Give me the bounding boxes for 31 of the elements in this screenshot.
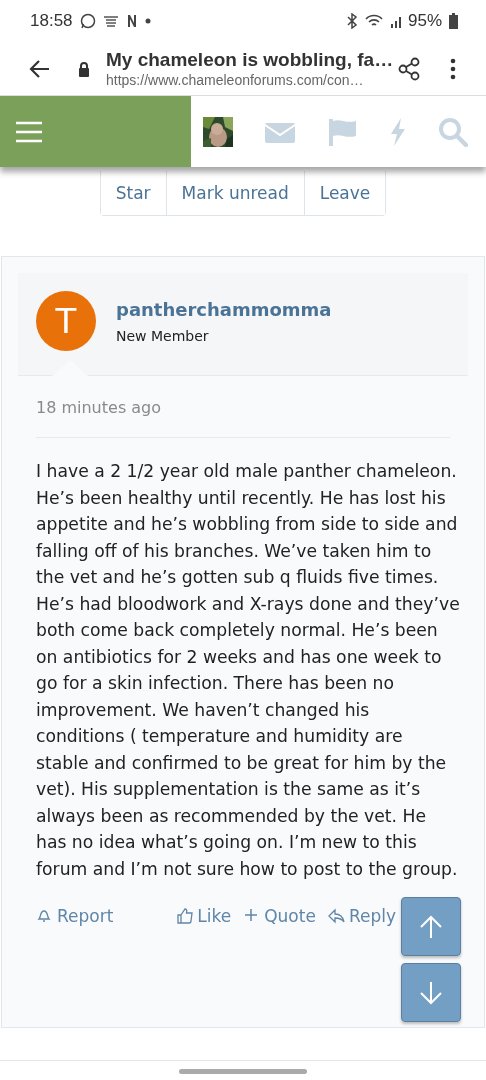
reply-link[interactable]: Reply xyxy=(327,906,396,926)
user-title: New Member xyxy=(116,327,210,344)
like-link[interactable]: Like xyxy=(176,906,232,926)
status-time: 18:58 xyxy=(30,11,73,31)
thread-action-button[interactable]: Star xyxy=(100,171,167,215)
battery-icon xyxy=(449,13,458,29)
report-link[interactable]: Report xyxy=(36,906,114,926)
post-time[interactable]: 18 minutes ago xyxy=(18,376,468,437)
bluetooth-icon xyxy=(345,13,358,29)
more-icon[interactable] xyxy=(450,57,456,80)
post-text: I have a 2 1/2 year old male panther chameleon. He’s been healthy until recently. He has lost his appetite and he’s wobbling from side to side and falling off of his branches. We’ve taken him to the vet and he’s gotten sub q fluids five times. He’s had bloodwork and X-rays done and they’ve both come back completely normal. He’s been on antibiotics for 2 weeks and has one week to go for a skin infection. There has been no improvement. We haven’t changed his conditions ( temperature and humidity are stable and confirmed to be great for him by the vet). His supplementation is the same as it’s always been as recommended by the vet. He has no idea what’s going on. I’m new to this forum and I’m not sure how to post to the group. xyxy=(35,460,461,881)
scroll-up-button[interactable] xyxy=(401,897,461,956)
lock-icon xyxy=(78,60,90,77)
page-url[interactable]: https://www.chameleonforums.com/con… xyxy=(106,72,398,88)
dot-icon xyxy=(144,18,151,24)
tray-icon xyxy=(102,13,119,29)
thumbs-up-icon xyxy=(176,907,195,925)
menu-icon[interactable] xyxy=(15,120,43,143)
share-icon[interactable] xyxy=(398,56,420,81)
reply-arrow-icon xyxy=(327,907,346,925)
scroll-down-button[interactable] xyxy=(401,963,461,1022)
wifi-icon xyxy=(364,13,383,29)
avatar[interactable]: T xyxy=(36,291,96,351)
username-link[interactable]: pantherchammomma xyxy=(116,298,332,320)
page-title: My chameleon is wobbling, fa… xyxy=(106,49,395,71)
up-arrow-icon xyxy=(418,913,444,940)
chat-bubble-icon xyxy=(79,13,96,29)
letter-n-icon xyxy=(125,13,138,29)
quote-link[interactable]: Quote xyxy=(243,906,316,926)
battery-percent: 95% xyxy=(407,11,442,31)
down-arrow-icon xyxy=(418,979,444,1006)
